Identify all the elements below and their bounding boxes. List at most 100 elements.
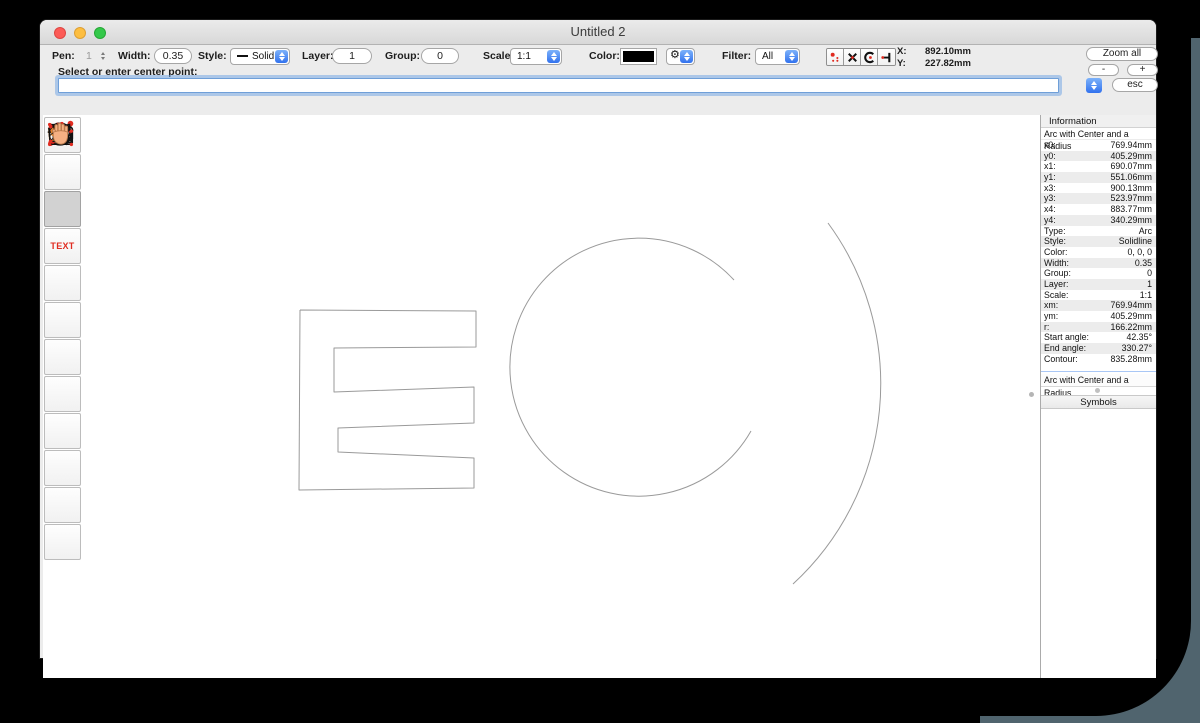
scale-popup[interactable]: 1:1 <box>510 48 562 65</box>
zoom-all-button[interactable]: Zoom all <box>1086 47 1158 61</box>
symbols-header[interactable]: Symbols <box>1041 395 1156 409</box>
info-row: Style:Solidline <box>1041 236 1156 247</box>
window-title: Untitled 2 <box>40 20 1156 44</box>
escape-button[interactable]: esc <box>1112 78 1158 92</box>
zoom-out-button[interactable]: - <box>1088 64 1119 76</box>
pen-value: 1 <box>86 49 92 64</box>
drawing-layer <box>43 115 1040 678</box>
filter-popup[interactable]: All <box>755 48 800 65</box>
gear-icon: ⚙ <box>670 48 680 63</box>
polygon-tool-button[interactable]: x <box>44 265 81 301</box>
entity-type-subtitle: Arc with Center and a Radius <box>1041 128 1156 140</box>
divider <box>1041 371 1156 372</box>
layer-label: Layer: <box>302 49 334 64</box>
main-area: r r TEXT <box>40 115 1156 658</box>
endpoint-icon <box>879 50 894 65</box>
info-row: Type:Arc <box>1041 226 1156 237</box>
filter-label: Filter: <box>722 49 751 64</box>
letter-e-polyline[interactable] <box>299 310 476 490</box>
input-history-stepper[interactable] <box>1086 78 1102 93</box>
active-tool-status: Arc with Center and a Radius <box>1041 374 1156 387</box>
zoom-in-button[interactable]: + <box>1127 64 1158 76</box>
information-panel: Information Arc with Center and a Radius… <box>1040 115 1156 678</box>
modify-entity-tool-button[interactable]: x <box>44 376 81 412</box>
arc-radius-tool-button[interactable]: r <box>44 191 81 227</box>
cursor-x-value: 892.10mm <box>925 46 971 57</box>
info-row: Group:0 <box>1041 268 1156 279</box>
command-input[interactable] <box>58 78 1059 93</box>
snap-endpoint-button[interactable] <box>878 49 895 65</box>
pen-label: Pen: <box>52 49 75 64</box>
info-row: xm:769.94mm <box>1041 300 1156 311</box>
info-row: Start angle:42.35° <box>1041 332 1156 343</box>
chevron-updown-icon <box>680 50 693 63</box>
color-well[interactable] <box>620 48 657 65</box>
minimize-button[interactable] <box>74 27 86 39</box>
info-row: Layer:1 <box>1041 279 1156 290</box>
hatch-tool-button[interactable] <box>44 450 81 486</box>
color-label: Color: <box>589 49 620 64</box>
info-row: x1:690.07mm <box>1041 161 1156 172</box>
pen-stepper[interactable] <box>98 49 107 63</box>
info-row: ym:405.29mm <box>1041 311 1156 322</box>
zoom-button[interactable] <box>94 27 106 39</box>
solid-line-icon <box>237 55 248 57</box>
polyline-tool-button[interactable] <box>44 487 81 523</box>
color-swatch <box>623 51 654 62</box>
center-c-icon <box>862 50 877 65</box>
settings-popup[interactable]: ⚙ <box>666 48 695 65</box>
info-rows: x0:769.94mm y0:405.29mm x1:690.07mm y1:5… <box>1041 140 1156 364</box>
outer-arc[interactable] <box>793 223 881 584</box>
layer-field[interactable]: 1 <box>332 48 372 64</box>
chevron-updown-icon <box>275 50 288 63</box>
snap-grid-button[interactable] <box>827 49 844 65</box>
info-row: r:166.22mm <box>1041 322 1156 333</box>
group-field[interactable]: 0 <box>421 48 459 64</box>
ortho-line-tool-button[interactable] <box>44 302 81 338</box>
information-header: Information <box>1041 115 1156 128</box>
close-button[interactable] <box>54 27 66 39</box>
delete-tool-button[interactable] <box>44 413 81 449</box>
text-tool-icon: TEXT <box>50 241 74 251</box>
info-row: y0:405.29mm <box>1041 151 1156 162</box>
hand-pan-icon <box>44 117 78 151</box>
cursor-y-label: Y: <box>897 58 906 69</box>
grid-points-icon <box>828 50 843 65</box>
info-row: Scale:1:1 <box>1041 290 1156 301</box>
width-field[interactable]: 0.35 <box>154 48 192 64</box>
window-shadow <box>0 715 980 723</box>
chevron-updown-icon <box>547 50 560 63</box>
selected-arc[interactable] <box>510 238 751 496</box>
info-row: Width:0.35 <box>1041 258 1156 269</box>
snap-center-button[interactable] <box>861 49 878 65</box>
info-row: Contour:835.28mm <box>1041 354 1156 365</box>
info-row: x3:900.13mm <box>1041 183 1156 194</box>
style-popup[interactable]: Solid <box>230 48 290 65</box>
snap-button-group <box>826 48 896 66</box>
width-label: Width: <box>118 49 151 64</box>
section-resize-handle[interactable] <box>1095 388 1100 393</box>
info-row: y4:340.29mm <box>1041 215 1156 226</box>
prompt-label: Select or enter center point: <box>58 66 197 78</box>
snap-intersection-button[interactable] <box>844 49 861 65</box>
info-row: y3:523.97mm <box>1041 193 1156 204</box>
app-window: Untitled 2 Pen: 1 Width: 0.35 Style: Sol… <box>40 20 1156 658</box>
info-row: End angle:330.27° <box>1041 343 1156 354</box>
copy-entity-tool-button[interactable] <box>44 339 81 375</box>
intersection-x-icon <box>845 50 860 65</box>
toolbar: Pen: 1 Width: 0.35 Style: Solid Layer: 1… <box>40 45 1156 115</box>
drawing-canvas[interactable]: r r TEXT <box>43 115 1040 678</box>
tool-palette: r r TEXT <box>44 117 82 561</box>
cursor-y-value: 227.82mm <box>925 58 971 69</box>
pan-tool-button[interactable] <box>44 524 81 560</box>
style-label: Style: <box>198 49 227 64</box>
circle-radius-tool-button[interactable]: r <box>44 154 81 190</box>
titlebar[interactable]: Untitled 2 <box>40 20 1156 45</box>
group-label: Group: <box>385 49 420 64</box>
panel-collapse-handle[interactable] <box>1029 392 1034 397</box>
window-shadow <box>1188 0 1200 38</box>
text-tool-button[interactable]: TEXT <box>44 228 81 264</box>
info-row: y1:551.06mm <box>1041 172 1156 183</box>
info-row: Color:0, 0, 0 <box>1041 247 1156 258</box>
chevron-updown-icon <box>785 50 798 63</box>
